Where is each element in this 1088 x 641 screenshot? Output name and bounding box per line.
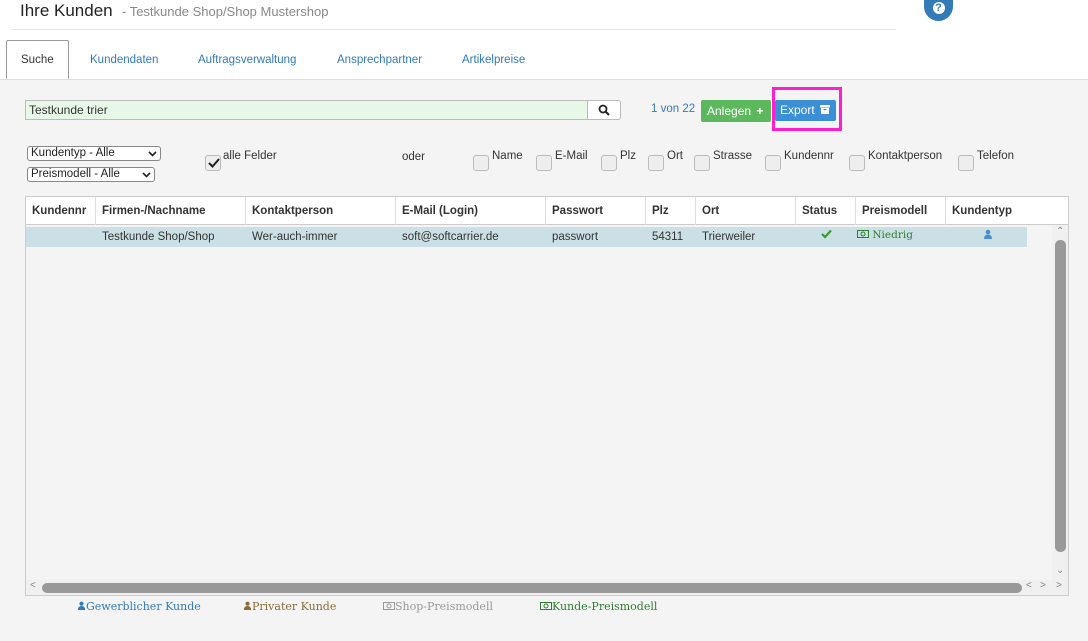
archive-icon (820, 105, 831, 114)
scroll-right-icon[interactable]: > (1040, 580, 1046, 591)
preismodell-select-value: Preismodell - Alle (31, 168, 120, 180)
preismodell-select[interactable]: Preismodell - Alle (27, 167, 155, 182)
tab-suche[interactable]: Suche (6, 40, 69, 79)
check-icon (821, 229, 832, 239)
scroll-right-icon[interactable]: > (1056, 580, 1062, 591)
export-label: Export (780, 103, 815, 117)
page-subtitle: - Testkunde Shop/Shop Mustershop (122, 4, 329, 19)
column-header-preismodell[interactable]: Preismodell (856, 197, 946, 225)
checkbox-label-kundennr: Kundennr (784, 150, 834, 162)
vertical-scroll-thumb[interactable] (1055, 240, 1066, 552)
chevron-down-icon (148, 151, 157, 157)
checkbox-strasse[interactable] (694, 155, 710, 171)
plus-icon: + (756, 104, 764, 118)
table-row[interactable]: Testkunde Shop/Shop Wer-auch-immer soft@… (26, 227, 1027, 247)
customer-table: Kundennr Firmen-/Nachname Kontaktperson … (25, 196, 1069, 596)
money-icon (857, 230, 869, 238)
cell-name: Testkunde Shop/Shop (102, 231, 215, 243)
legend-shop-preismodell-label: Shop-Preismodell (395, 600, 493, 613)
column-header-plz[interactable]: Plz (646, 197, 696, 225)
checkbox-label-strasse: Strasse (713, 150, 752, 162)
money-icon (540, 602, 552, 610)
checkbox-label-alle-felder: alle Felder (223, 150, 277, 162)
kundentyp-select[interactable]: Kundentyp - Alle (27, 146, 161, 161)
help-icon: ? (932, 2, 945, 14)
search-icon (598, 104, 610, 116)
table-header: Kundennr Firmen-/Nachname Kontaktperson … (26, 197, 1068, 225)
user-icon (243, 601, 252, 610)
search-button[interactable] (587, 100, 621, 120)
legend-shop-preismodell: Shop-Preismodell (383, 600, 493, 613)
horizontal-scrollbar[interactable]: < < > (26, 580, 1052, 595)
checkbox-label-name: Name (492, 150, 523, 162)
money-icon (383, 602, 395, 610)
kundentyp-select-value: Kundentyp - Alle (31, 147, 115, 159)
export-button[interactable]: Export (775, 100, 836, 121)
tab-bar: Suche Kundendaten Auftragsverwaltung Ans… (0, 40, 1088, 80)
cell-kontaktperson: Wer-auch-immer (252, 231, 338, 243)
help-button[interactable]: ? (924, 0, 953, 21)
checkbox-kontaktperson[interactable] (849, 155, 865, 171)
checkbox-email[interactable] (536, 155, 552, 171)
scroll-up-icon[interactable]: ⌃ (1056, 226, 1064, 237)
legend-kunde-preismodell: Kunde-Preismodell (540, 600, 657, 613)
vertical-scrollbar[interactable]: ⌃ ⌄ (1052, 225, 1068, 580)
checkbox-alle-felder[interactable] (205, 155, 221, 171)
column-header-passwort[interactable]: Passwort (546, 197, 646, 225)
search-input[interactable]: Testkunde trier (25, 100, 588, 120)
scroll-right-icon[interactable]: < (1026, 580, 1032, 591)
user-icon (984, 229, 992, 239)
checkbox-telefon[interactable] (958, 155, 974, 171)
preismodell-value: Niedrig (872, 229, 913, 241)
column-header-kundennr[interactable]: Kundennr (26, 197, 96, 225)
column-header-status[interactable]: Status (796, 197, 856, 225)
user-icon (77, 601, 86, 610)
legend-gewerblich-label: Gewerblicher Kunde (86, 600, 201, 613)
tab-artikelpreise[interactable]: Artikelpreise (448, 40, 539, 80)
scroll-down-icon[interactable]: ⌄ (1056, 565, 1064, 576)
check-icon (208, 158, 220, 168)
cell-preismodell: Niedrig (857, 229, 913, 241)
cell-ort: Trierweiler (702, 231, 756, 243)
legend-privat-label: Privater Kunde (252, 600, 337, 613)
checkbox-name[interactable] (473, 155, 489, 171)
checkbox-kundennr[interactable] (765, 155, 781, 171)
page-title: Ihre Kunden (20, 1, 113, 20)
column-header-ort[interactable]: Ort (696, 197, 796, 225)
checkbox-label-ort: Ort (667, 150, 683, 162)
column-header-email[interactable]: E-Mail (Login) (396, 197, 546, 225)
legend-kunde-preismodell-label: Kunde-Preismodell (552, 600, 658, 613)
pager-text[interactable]: 1 von 22 (651, 103, 695, 115)
cell-email: soft@softcarrier.de (402, 231, 499, 243)
column-header-kundentyp[interactable]: Kundentyp (946, 197, 1052, 225)
horizontal-scroll-thumb[interactable] (42, 583, 1022, 593)
scroll-left-icon[interactable]: < (30, 580, 36, 591)
tab-kundendaten[interactable]: Kundendaten (76, 40, 172, 80)
legend-gewerblich: Gewerblicher Kunde (77, 600, 201, 613)
oder-label: oder (402, 151, 426, 163)
tab-ansprechpartner[interactable]: Ansprechpartner (323, 40, 436, 80)
checkbox-label-telefon: Telefon (977, 150, 1015, 162)
tab-auftragsverwaltung[interactable]: Auftragsverwaltung (184, 40, 310, 80)
header-divider (12, 29, 896, 30)
legend-privat: Privater Kunde (243, 600, 336, 613)
cell-passwort: passwort (552, 231, 599, 243)
checkbox-label-plz: Plz (620, 150, 636, 162)
checkbox-plz[interactable] (601, 155, 617, 171)
checkbox-label-email: E-Mail (555, 150, 588, 162)
chevron-down-icon (142, 172, 151, 178)
page-header: Ihre Kunden - Testkunde Shop/Shop Muster… (0, 0, 1088, 40)
checkbox-label-kontaktperson: Kontaktperson (868, 150, 943, 162)
checkbox-ort[interactable] (648, 155, 664, 171)
anlegen-button[interactable]: Anlegen + (701, 100, 771, 122)
scrollbar-corner: > (1052, 580, 1068, 595)
column-header-name[interactable]: Firmen-/Nachname (96, 197, 246, 225)
column-header-kontaktperson[interactable]: Kontaktperson (246, 197, 396, 225)
cell-plz: 54311 (652, 231, 684, 243)
anlegen-label: Anlegen (707, 104, 752, 118)
